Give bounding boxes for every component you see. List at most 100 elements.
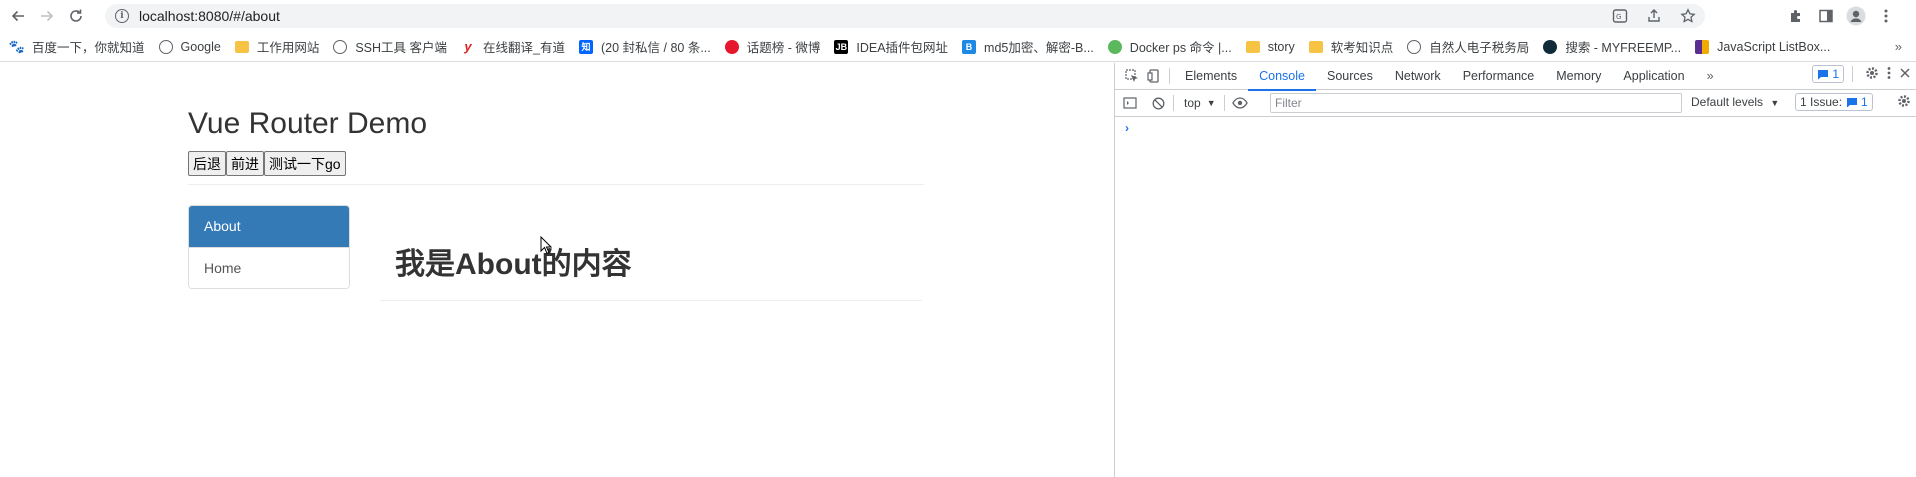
youdao-icon: y xyxy=(464,39,472,54)
inspect-element-icon[interactable] xyxy=(1121,65,1143,87)
bookmark-item[interactable]: 知 (20 封私信 / 80 条... xyxy=(578,37,711,56)
bookmark-label: 自然人电子税务局 xyxy=(1429,41,1530,55)
console-filter-input[interactable]: Filter xyxy=(1270,93,1682,113)
devtools-tabbar: Elements Console Sources Network Perform… xyxy=(1115,63,1916,91)
devtools-panel: Elements Console Sources Network Perform… xyxy=(1114,63,1916,477)
about-content-heading: 我是About的内容 xyxy=(395,248,632,281)
b-icon: B xyxy=(962,39,977,54)
page-viewport: Vue Router Demo 后退 前进 测试一下go About Home … xyxy=(0,63,1114,477)
bookmark-item[interactable]: story xyxy=(1245,39,1295,54)
bookmark-item[interactable]: 话题榜 - 微博 xyxy=(724,37,821,56)
forward-button[interactable]: 前进 xyxy=(226,151,264,176)
devtools-menu-icon[interactable] xyxy=(1887,66,1891,83)
go-button[interactable]: 测试一下go xyxy=(264,151,346,176)
mouse-cursor-icon xyxy=(540,236,552,255)
router-nav: About Home xyxy=(188,205,350,289)
divider xyxy=(380,300,922,301)
side-panel-icon[interactable] xyxy=(1815,5,1837,27)
issues-count: 1 xyxy=(1861,95,1868,109)
bookmark-label: JavaScript ListBox... xyxy=(1717,39,1831,54)
more-bookmarks-icon[interactable]: » xyxy=(1895,39,1902,54)
bookmark-item[interactable]: Google xyxy=(158,39,221,54)
more-tabs-icon[interactable]: » xyxy=(1696,63,1725,90)
globe-icon xyxy=(333,39,348,54)
profile-avatar-icon[interactable] xyxy=(1845,5,1867,27)
bookmark-item[interactable]: 软考知识点 xyxy=(1308,37,1393,56)
forward-icon[interactable] xyxy=(36,5,58,27)
bookmark-item[interactable]: B md5加密、解密-B... xyxy=(962,37,1094,56)
issues-button[interactable]: 1 Issue: 1 xyxy=(1795,93,1873,111)
grid-icon xyxy=(1695,39,1710,54)
clear-console-icon[interactable] xyxy=(1147,92,1169,114)
tab-memory[interactable]: Memory xyxy=(1545,63,1612,90)
bookmark-label: 话题榜 - 微博 xyxy=(746,41,821,55)
bookmark-label: Google xyxy=(180,39,221,54)
site-info-icon[interactable]: i xyxy=(115,9,129,23)
dropdown-arrow-icon: ▼ xyxy=(1770,98,1780,108)
bookmark-label: story xyxy=(1267,39,1295,54)
console-settings-icon[interactable] xyxy=(1897,94,1911,111)
globe-icon xyxy=(158,39,173,54)
bookmark-label: 百度一下，你就知道 xyxy=(32,41,145,55)
bookmark-label: IDEA插件包网址 xyxy=(856,41,949,55)
separator xyxy=(1852,66,1853,82)
issues-label: 1 Issue: xyxy=(1800,95,1843,109)
weibo-icon xyxy=(724,39,739,54)
history-buttons: 后退 前进 测试一下go xyxy=(188,151,346,176)
log-levels-dropdown[interactable]: Default levels ▼ xyxy=(1691,95,1779,109)
context-selector[interactable]: top ▼ xyxy=(1184,96,1216,110)
nav-link-about[interactable]: About xyxy=(189,206,349,247)
console-sidebar-icon[interactable] xyxy=(1119,92,1141,114)
close-devtools-icon[interactable] xyxy=(1899,67,1911,82)
paw-icon: 🐾 xyxy=(8,38,26,54)
share-icon[interactable] xyxy=(1645,7,1663,25)
runoob-icon xyxy=(1107,39,1122,54)
page-title: Vue Router Demo xyxy=(188,107,428,140)
devtools-actions: 1 xyxy=(1804,65,1911,83)
back-button[interactable]: 后退 xyxy=(188,151,226,176)
bookmark-item[interactable]: Docker ps 命令 |... xyxy=(1107,37,1232,56)
bookmark-item[interactable]: 工作用网站 xyxy=(234,37,319,56)
browser-menu-icon[interactable] xyxy=(1875,5,1897,27)
translate-icon[interactable]: G xyxy=(1611,7,1629,25)
console-prompt[interactable]: › xyxy=(1125,121,1129,135)
bookmarks-bar: 🐾 百度一下，你就知道 Google 工作用网站 SSH工具 客户端 y 在线翻… xyxy=(0,32,1916,62)
tab-network[interactable]: Network xyxy=(1384,63,1452,90)
folder-icon xyxy=(234,40,249,53)
messages-count: 1 xyxy=(1832,67,1839,81)
tab-console[interactable]: Console xyxy=(1248,63,1316,91)
tab-application[interactable]: Application xyxy=(1612,63,1695,90)
back-icon[interactable] xyxy=(7,5,29,27)
bookmark-item[interactable]: SSH工具 客户端 xyxy=(333,37,447,56)
tab-sources[interactable]: Sources xyxy=(1316,63,1384,90)
url-text[interactable]: localhost:8080/#/about xyxy=(139,8,280,24)
settings-gear-icon[interactable] xyxy=(1865,66,1879,83)
folder-icon xyxy=(1308,40,1323,53)
tab-performance[interactable]: Performance xyxy=(1452,63,1546,90)
separator xyxy=(1173,95,1174,111)
bookmark-item[interactable]: 自然人电子税务局 xyxy=(1407,37,1529,56)
reload-icon[interactable] xyxy=(65,5,87,27)
bookmark-item[interactable]: 搜索 - MYFREEMP... xyxy=(1543,37,1681,56)
bookmark-item[interactable]: y 在线翻译_有道 xyxy=(461,37,565,56)
globe-icon xyxy=(1407,39,1422,54)
nav-link-home[interactable]: Home xyxy=(189,247,349,288)
dropdown-arrow-icon: ▼ xyxy=(1206,98,1216,108)
bookmark-item[interactable]: JB IDEA插件包网址 xyxy=(834,37,948,56)
bookmark-item[interactable]: JavaScript ListBox... xyxy=(1695,39,1831,54)
live-expression-eye-icon[interactable] xyxy=(1229,92,1251,114)
folder-icon xyxy=(1245,40,1260,53)
tab-elements[interactable]: Elements xyxy=(1174,63,1248,90)
address-bar[interactable]: i localhost:8080/#/about G xyxy=(105,4,1705,28)
bookmark-item[interactable]: 🐾 百度一下，你就知道 xyxy=(8,37,145,56)
bookmark-star-icon[interactable] xyxy=(1679,7,1697,25)
console-toolbar: top ▼ Filter Default levels ▼ 1 Issue: 1 xyxy=(1115,90,1916,117)
svg-text:G: G xyxy=(1616,13,1621,21)
extensions-icon[interactable] xyxy=(1785,5,1807,27)
bookmark-label: 搜索 - MYFREEMP... xyxy=(1565,41,1682,55)
bookmark-label: 在线翻译_有道 xyxy=(483,41,565,55)
device-toolbar-icon[interactable] xyxy=(1143,65,1165,87)
bookmark-label: (20 封私信 / 80 条... xyxy=(600,41,711,55)
messages-badge[interactable]: 1 xyxy=(1812,65,1844,83)
jetbrains-icon: JB xyxy=(834,39,849,54)
